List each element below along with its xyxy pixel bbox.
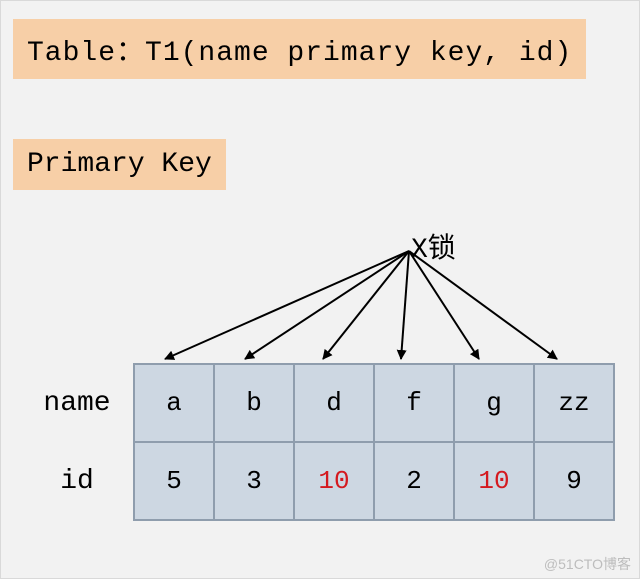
table-definition-label: Table：T1(name primary key, id) (13, 19, 586, 79)
diagram-canvas: Table：T1(name primary key, id) Primary K… (0, 0, 640, 579)
id-cell: 10 (294, 442, 374, 520)
row-header-id: id (21, 442, 134, 520)
id-cell: 2 (374, 442, 454, 520)
row-header-name: name (21, 364, 134, 442)
id-cell: 9 (534, 442, 614, 520)
name-cell: g (454, 364, 534, 442)
id-cell: 3 (214, 442, 294, 520)
name-cell: f (374, 364, 454, 442)
name-cell: zz (534, 364, 614, 442)
id-cell: 10 (454, 442, 534, 520)
name-cell: b (214, 364, 294, 442)
watermark: @51CTO博客 (544, 554, 631, 574)
primary-key-label: Primary Key (13, 139, 226, 190)
id-cell: 5 (134, 442, 214, 520)
name-cell: d (294, 364, 374, 442)
index-table: name a b d f g zz id 5 3 10 2 10 9 (21, 363, 615, 521)
table-row: name a b d f g zz (21, 364, 614, 442)
name-cell: a (134, 364, 214, 442)
table-row: id 5 3 10 2 10 9 (21, 442, 614, 520)
index-table-wrap: name a b d f g zz id 5 3 10 2 10 9 (21, 363, 615, 521)
x-lock-label: X锁 (411, 226, 456, 266)
